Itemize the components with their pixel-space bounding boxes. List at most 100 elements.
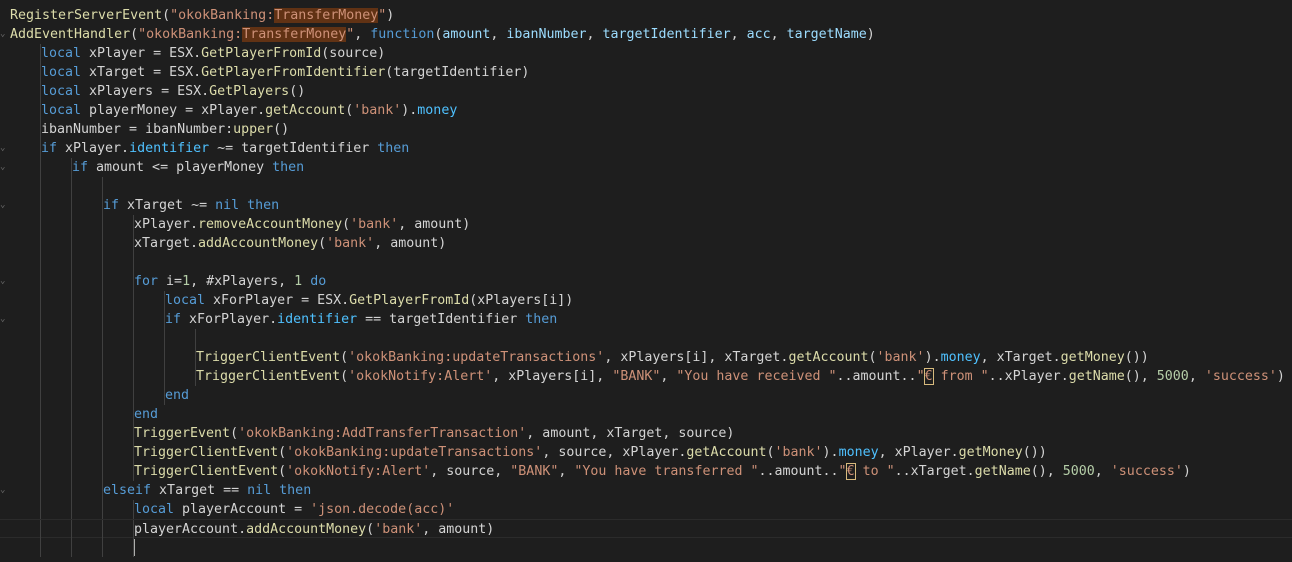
token: , amount, xTarget, source) (526, 426, 735, 441)
code-line[interactable]: TriggerClientEvent('okokBanking:updateTr… (0, 443, 1292, 462)
token: getName (974, 464, 1031, 479)
token: € (845, 463, 856, 480)
code-line[interactable] (0, 329, 1292, 348)
token: ) (386, 8, 395, 23)
token: 'okokNotify:Alert' (348, 369, 493, 384)
code-line[interactable]: ⌄ elseif xTarget == nil then (0, 481, 1292, 500)
token: TriggerClientEvent (134, 464, 279, 479)
token: nil (215, 198, 240, 213)
token: amount <= playerMoney (88, 160, 273, 175)
token: ..amount.. (758, 464, 839, 479)
indent-guide (102, 500, 103, 519)
indent-guide (40, 481, 41, 500)
code-line[interactable]: end (0, 405, 1292, 424)
code-line[interactable]: local xForPlayer = ESX.GetPlayerFromId(x… (0, 291, 1292, 310)
code-editor[interactable]: RegisterServerEvent("okokBanking:Transfe… (0, 0, 1292, 562)
code-line[interactable]: xPlayer.removeAccountMoney('bank', amoun… (0, 215, 1292, 234)
token: "You have received " (676, 369, 837, 384)
token: targetName (786, 27, 867, 42)
code-line[interactable]: RegisterServerEvent("okokBanking:Transfe… (0, 6, 1292, 25)
token: playerAccount. (134, 522, 247, 537)
token: amount (442, 27, 491, 42)
token: end (165, 388, 190, 403)
token: "You have transferred " (574, 464, 759, 479)
indent-guide (40, 291, 41, 310)
indent-guide (102, 348, 103, 367)
token: identifier (277, 312, 358, 327)
token: ) (866, 27, 875, 42)
indent-guide (40, 367, 41, 386)
text-caret (134, 539, 135, 556)
fold-chevron-icon[interactable]: ⌄ (0, 158, 8, 177)
token: , xPlayers[i], (492, 369, 613, 384)
token: getMoney (1060, 350, 1125, 365)
token: , xTarget. (980, 350, 1061, 365)
code-line[interactable]: xTarget.addAccountMoney('bank', amount) (0, 234, 1292, 253)
code-line[interactable]: TriggerClientEvent('okokNotify:Alert', s… (0, 462, 1292, 481)
token: from " (932, 369, 989, 384)
fold-chevron-icon[interactable]: ⌄ (0, 25, 8, 44)
token: 'okokBanking:updateTransactions' (348, 350, 605, 365)
token: ibanNumber (506, 27, 587, 42)
indent-guide (71, 424, 72, 443)
token: , (660, 369, 677, 384)
code-text: AddEventHandler("okokBanking:TransferMon… (10, 25, 875, 44)
code-text: if xPlayer.identifier ~= targetIdentifie… (41, 139, 409, 158)
token: ). (924, 350, 941, 365)
code-line[interactable] (0, 177, 1292, 196)
token: ..amount.. (836, 369, 917, 384)
fold-chevron-icon[interactable]: ⌄ (0, 481, 8, 500)
code-line[interactable]: local xPlayer = ESX.GetPlayerFromId(sour… (0, 44, 1292, 63)
code-line[interactable]: ⌄ if xPlayer.identifier ~= targetIdentifi… (0, 139, 1292, 158)
code-line[interactable]: TriggerClientEvent('okokBanking:updateTr… (0, 348, 1292, 367)
indent-guide (71, 405, 72, 424)
code-line[interactable]: local playerMoney = xPlayer.getAccount('… (0, 101, 1292, 120)
fold-chevron-icon[interactable]: ⌄ (0, 310, 8, 329)
code-line[interactable]: local playerAccount = 'json.decode(acc)' (0, 500, 1292, 519)
code-line[interactable]: ⌄ if xForPlayer.identifier == targetIdent… (0, 310, 1292, 329)
fold-chevron-icon[interactable]: ⌄ (0, 196, 8, 215)
token: local (41, 84, 82, 99)
indent-guide (102, 520, 103, 539)
token: GetPlayerFromId (349, 293, 470, 308)
token: xForPlayer = ESX. (205, 293, 350, 308)
fold-chevron-icon[interactable]: ⌄ (0, 272, 8, 291)
token: , amount) (422, 522, 495, 537)
indent-guide (40, 272, 41, 291)
token: , (490, 27, 507, 42)
indent-guide (71, 196, 72, 215)
token: then (377, 141, 410, 156)
code-line[interactable]: end (0, 386, 1292, 405)
indent-guide (102, 310, 103, 329)
indent-guide (40, 424, 41, 443)
token: 'okokNotify:Alert' (286, 464, 431, 479)
token: elseif (103, 483, 152, 498)
code-line[interactable]: TriggerClientEvent('okokNotify:Alert', x… (0, 367, 1292, 386)
code-line[interactable] (0, 538, 1292, 557)
code-line[interactable]: ibanNumber = ibanNumber:upper() (0, 120, 1292, 139)
code-line[interactable]: playerAccount.addAccountMoney('bank', am… (0, 519, 1292, 539)
indent-guide (102, 386, 103, 405)
indent-guide (195, 329, 196, 348)
token: ). (822, 445, 839, 460)
token: "BANK" (510, 464, 559, 479)
code-line[interactable]: local xTarget = ESX.GetPlayerFromIdentif… (0, 63, 1292, 82)
code-line[interactable]: ⌄ if amount <= playerMoney then (0, 158, 1292, 177)
code-text: xPlayer.removeAccountMoney('bank', amoun… (134, 215, 470, 234)
code-line[interactable]: TriggerEvent('okokBanking:AddTransferTra… (0, 424, 1292, 443)
code-line[interactable] (0, 253, 1292, 272)
indent-guide (71, 329, 72, 348)
fold-chevron-icon[interactable]: ⌄ (0, 139, 8, 158)
token: ( (340, 369, 349, 384)
indent-guide (102, 291, 103, 310)
code-line[interactable]: ⌄ for i=1, #xPlayers, 1 do (0, 272, 1292, 291)
code-line[interactable]: ⌄ if xTarget ~= nil then (0, 196, 1292, 215)
token: ..xPlayer. (988, 369, 1069, 384)
token: , (558, 464, 575, 479)
code-text: ibanNumber = ibanNumber:upper() (41, 120, 289, 139)
code-line[interactable]: ⌄ AddEventHandler("okokBanking:TransferMo… (0, 25, 1292, 44)
token: AddEventHandler (10, 27, 131, 42)
code-line[interactable]: local xPlayers = ESX.GetPlayers() (0, 82, 1292, 101)
